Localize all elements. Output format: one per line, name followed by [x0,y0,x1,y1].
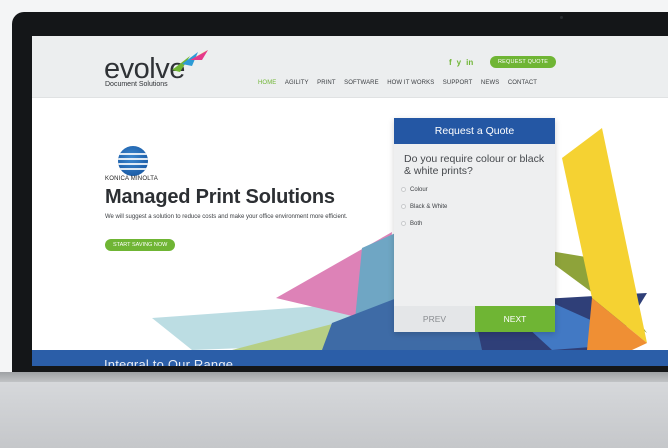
option-colour[interactable]: Colour [394,181,555,198]
nav-agility[interactable]: AGILITY [285,80,309,86]
browser-screen: evolve Document Solutions f y in REQUEST… [32,36,668,366]
option-both-label: Both [410,220,423,227]
option-colour-label: Colour [410,186,428,193]
nav-news[interactable]: NEWS [481,80,499,86]
hero-graphic [152,128,647,350]
social-links: f y in [449,58,473,67]
nav-contact[interactable]: CONTACT [508,80,537,86]
request-quote-button[interactable]: REQUEST QUOTE [490,56,557,68]
nav-how-it-works[interactable]: HOW IT WORKS [387,80,434,86]
twitter-icon[interactable]: y [457,58,461,67]
main-nav: HOME AGILITY PRINT SOFTWARE HOW IT WORKS… [258,80,537,86]
option-both[interactable]: Both [394,215,555,232]
nav-print[interactable]: PRINT [317,80,336,86]
monitor-photo: evolve Document Solutions f y in REQUEST… [0,0,668,448]
camera-dot [560,16,563,19]
option-black-white-label: Black & White [410,203,448,210]
site-header: evolve Document Solutions f y in REQUEST… [32,36,668,98]
monitor-chin [0,382,668,448]
quote-widget-title: Request a Quote [394,118,555,144]
quote-question: Do you require colour or black & white p… [404,153,545,177]
brand-name: KONICA MINOLTA [105,176,158,182]
nav-home[interactable]: HOME [258,80,276,86]
facebook-icon[interactable]: f [449,58,452,67]
quote-widget-footer: PREV NEXT [394,306,555,332]
range-banner: Integral to Our Range [32,350,668,366]
konica-minolta-globe-icon [118,146,148,176]
radio-black-white[interactable] [401,204,406,209]
next-button[interactable]: NEXT [475,306,555,332]
radio-both[interactable] [401,221,406,226]
hero-text: We will suggest a solution to reduce cos… [105,214,348,220]
logo-arrow-icon [172,50,208,72]
prev-button[interactable]: PREV [394,306,475,332]
nav-software[interactable]: SOFTWARE [344,80,379,86]
banner-heading: Integral to Our Range [104,357,234,366]
start-saving-button[interactable]: START SAVING NOW [105,239,176,251]
linkedin-icon[interactable]: in [466,58,473,67]
nav-support[interactable]: SUPPORT [443,80,473,86]
logo-subtitle: Document Solutions [105,81,168,88]
quote-widget: Request a Quote Do you require colour or… [394,118,555,332]
radio-colour[interactable] [401,187,406,192]
hero-title: Managed Print Solutions [105,186,335,208]
option-black-white[interactable]: Black & White [394,198,555,215]
